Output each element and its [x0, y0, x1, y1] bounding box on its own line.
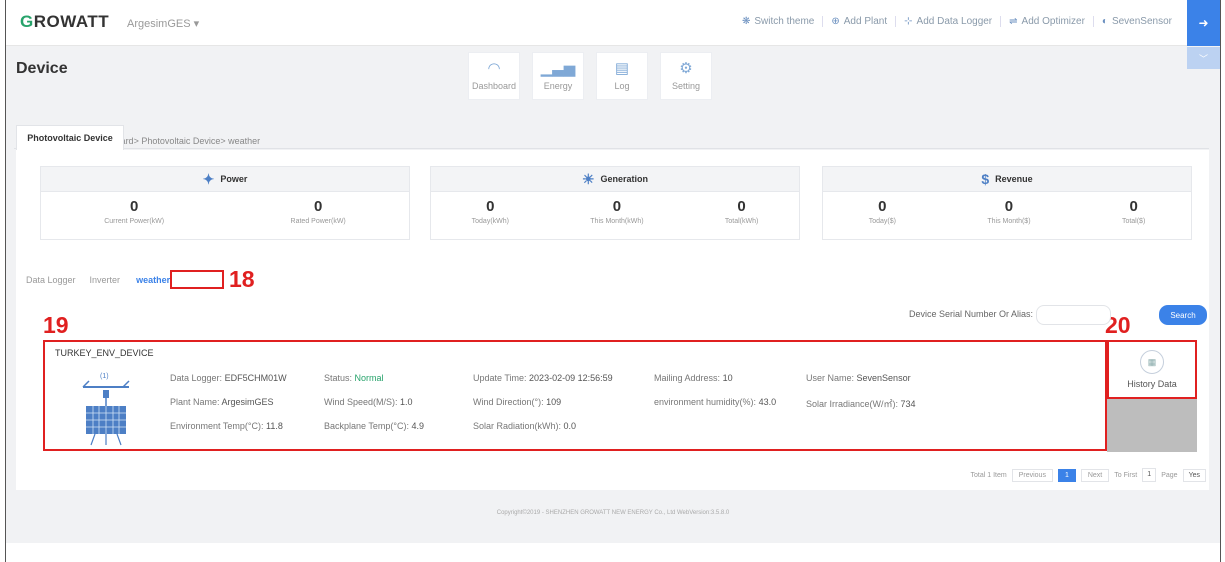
divider [14, 148, 1209, 149]
tab-photovoltaic-device[interactable]: Photovoltaic Device [16, 125, 124, 150]
nav-log[interactable]: ▤ Log [596, 52, 648, 100]
user-menu[interactable]: ◐ SevenSensor [1094, 16, 1180, 27]
search-input[interactable] [1036, 305, 1111, 325]
setting-icon: ⚙ [679, 60, 693, 77]
annotation-19: 19 [43, 312, 69, 338]
revenue-total: 0 Total($) [1121, 198, 1146, 225]
field-env-humidity: environment humidity(%): 43.0 [654, 397, 777, 407]
field-solar-irradiance: Solar Irradiance(W/㎡): 734 [806, 399, 916, 409]
revenue-header: $ Revenue [823, 167, 1191, 192]
log-icon: ▤ [614, 60, 630, 77]
pager-to-first[interactable]: To First [1114, 472, 1137, 479]
pager-current-page[interactable]: 1 [1057, 468, 1076, 482]
revenue-today: 0 Today($) [868, 198, 896, 225]
generation-month: 0 This Month(kWh) [590, 198, 644, 225]
bottom-band [6, 543, 1220, 562]
tab-data-logger[interactable]: Data Logger [26, 275, 76, 285]
power-summary: ✦ Power 0 Current Power(kW) 0 Rated Power(k… [40, 166, 410, 240]
field-mailing-address: Mailing Address: 10 [654, 373, 733, 383]
page-title: Device [16, 60, 68, 77]
field-wind-speed: Wind Speed(M/S): 1.0 [324, 397, 413, 407]
main-panel: ✦ Power 0 Current Power(kW) 0 Rated Power(k… [16, 150, 1209, 490]
annotation-18: 18 [229, 266, 255, 292]
growatt-logo[interactable]: GROWATT [20, 12, 109, 32]
power-icon: ✦ [202, 170, 215, 187]
nav-setting[interactable]: ⚙ Setting [660, 52, 712, 100]
revenue-month: 0 This Month($) [987, 198, 1031, 225]
logout-icon: ➜ [1198, 16, 1209, 30]
field-solar-radiation: Solar Radiation(kWh): 0.0 [473, 421, 577, 431]
pager-next[interactable]: Next [1080, 468, 1110, 482]
plant-icon: ⊕ [831, 16, 840, 27]
nav-dashboard[interactable]: ◠ Dashboard [468, 52, 520, 100]
module-nav: ◠ Dashboard ▁▃▅ Energy ▤ Log ⚙ Setting [468, 52, 712, 100]
annotation-box-18 [170, 270, 224, 289]
field-backplane-temp: Backplane Temp(°C): 4.9 [324, 421, 424, 431]
search-label: Device Serial Number Or Alias: [908, 309, 1033, 319]
field-user-name: User Name: SevenSensor [806, 373, 911, 383]
device-name[interactable]: TURKEY_ENV_DEVICE [55, 348, 154, 358]
dashboard-icon: ◠ [487, 60, 501, 77]
field-env-temp: Environment Temp(°C): 11.8 [170, 421, 283, 431]
optimizer-icon: ⇌ [1009, 16, 1018, 27]
field-plant-name: Plant Name: ArgesimGES [170, 397, 274, 407]
datalogger-icon: ⊹ [904, 16, 913, 27]
generation-total: 0 Total(kWh) [724, 198, 759, 225]
revenue-icon: $ [981, 171, 990, 187]
theme-icon: ❋ [741, 16, 751, 27]
generation-icon: ☀ [581, 170, 595, 187]
generation-summary: ☀ Generation 0 Today(kWh) 0 This Month(kWh)… [430, 166, 800, 240]
app-window: GROWATT ArgesimGES ▾ ❋ Switch theme ⊕ Add … [5, 0, 1221, 562]
generation-header: ☀ Generation [431, 167, 799, 192]
history-data-button[interactable]: ▦ History Data [1107, 340, 1197, 399]
tab-inverter[interactable]: Inverter [90, 275, 121, 285]
top-bar: GROWATT ArgesimGES ▾ ❋ Switch theme ⊕ Add … [6, 0, 1220, 46]
footer-copyright: Copyright©2019 - SHENZHEN GROWATT NEW EN… [496, 510, 730, 516]
pagination: Total 1 Item Previous 1 Next To First 1 … [971, 468, 1206, 482]
energy-icon: ▁▃▅ [540, 60, 576, 77]
plant-selector[interactable]: ArgesimGES ▾ [127, 17, 199, 30]
field-status: Status: Normal [324, 373, 384, 383]
user-icon: ◐ [1101, 16, 1108, 27]
switch-theme-link[interactable]: ❋ Switch theme [734, 16, 824, 27]
top-links: ❋ Switch theme ⊕ Add Plant ⊹ Add Data Logge… [734, 16, 1180, 27]
logout-button[interactable]: ➜ [1187, 0, 1220, 46]
field-data-logger: Data Logger: EDF5CHM01W [170, 373, 287, 383]
device-type-tabs: Data Logger Inverter weather [26, 275, 170, 285]
device-badge: (1) [100, 373, 109, 380]
add-data-logger-link[interactable]: ⊹ Add Data Logger [896, 16, 1002, 27]
generation-today: 0 Today(kWh) [471, 198, 509, 225]
pager-previous[interactable]: Previous [1011, 468, 1053, 482]
pager-go-button[interactable]: Yes [1182, 468, 1206, 482]
collapse-toggle[interactable]: ﹀ [1187, 47, 1220, 69]
pager-page-input[interactable]: 1 [1142, 468, 1157, 482]
history-data-icon: ▦ [1140, 350, 1164, 374]
search-button[interactable]: Search [1159, 305, 1207, 325]
power-header: ✦ Power [41, 167, 409, 192]
rated-power: 0 Rated Power(kW) [290, 198, 346, 225]
add-optimizer-link[interactable]: ⇌ Add Optimizer [1001, 16, 1094, 27]
chevron-down-icon: ﹀ [1198, 53, 1208, 64]
device-card[interactable]: TURKEY_ENV_DEVICE (1) Data Logger: EDF5C… [43, 340, 1107, 451]
tab-weather[interactable]: weather [136, 275, 170, 285]
revenue-summary: $ Revenue 0 Today($) 0 This Month($) 0 Total… [822, 166, 1192, 240]
page-header: Device ◠ Dashboard ▁▃▅ Energy ▤ Log ⚙ Se… [6, 47, 1209, 149]
current-power: 0 Current Power(kW) [104, 198, 165, 225]
field-update-time: Update Time: 2023-02-09 12:56:59 [473, 373, 613, 383]
field-wind-direction: Wind Direction(°): 109 [473, 397, 562, 407]
pager-total: Total 1 Item [970, 471, 1007, 479]
pager-page-label: Page [1161, 471, 1178, 479]
nav-energy[interactable]: ▁▃▅ Energy [532, 52, 584, 100]
status-badge: Normal [354, 373, 384, 383]
weather-station-icon: (1) [82, 373, 130, 446]
add-plant-link[interactable]: ⊕ Add Plant [823, 16, 897, 27]
